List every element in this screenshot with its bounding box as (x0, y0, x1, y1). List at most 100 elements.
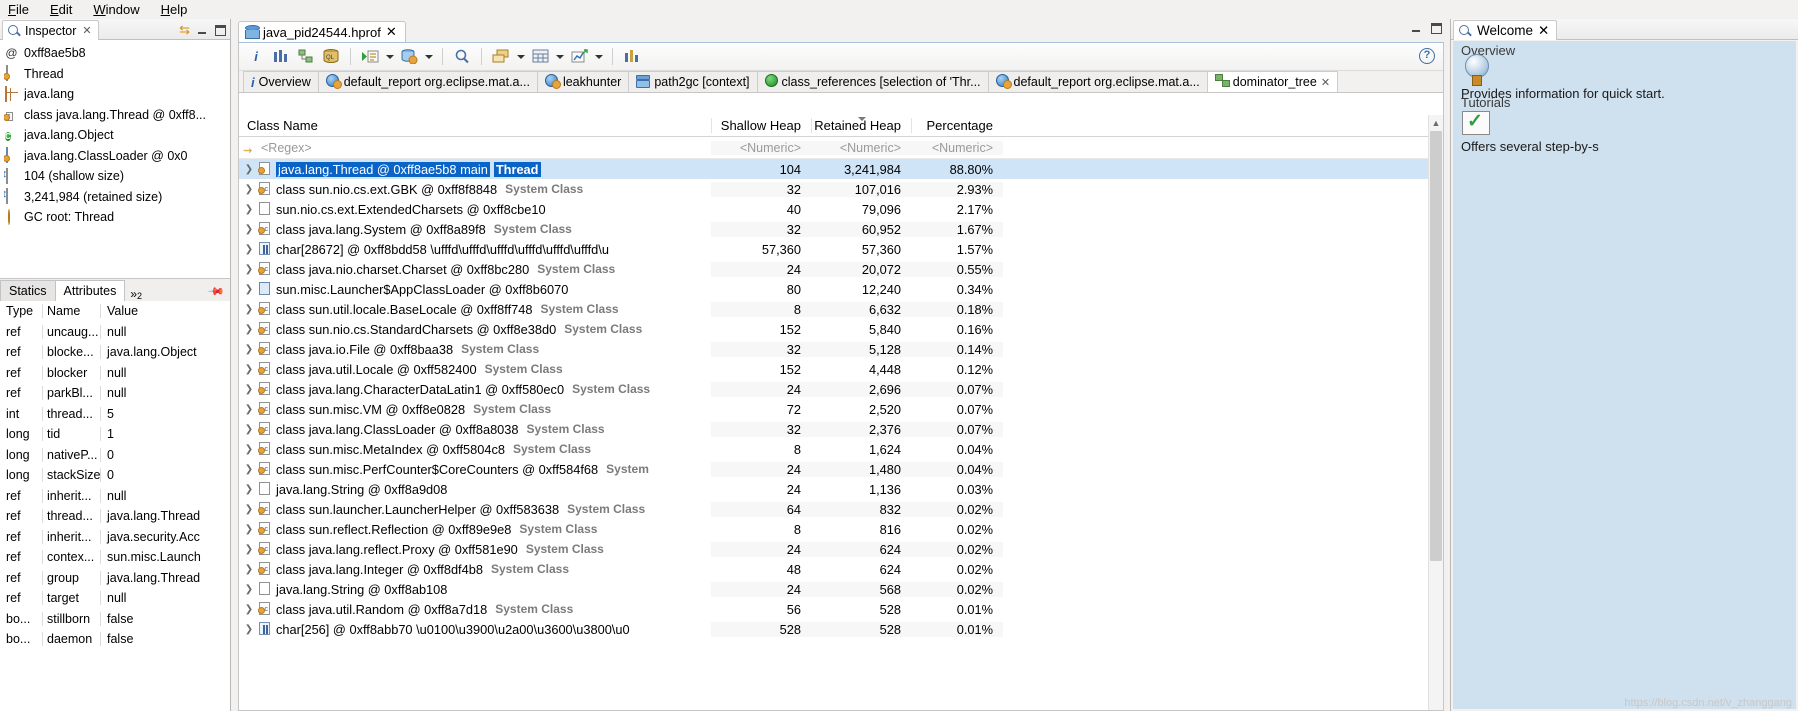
inspector-row-class[interactable]: c class java.lang.Thread @ 0xff8... (4, 105, 230, 126)
attribute-row[interactable]: ref contex... sun.misc.Launch (0, 547, 230, 568)
inspector-row-package[interactable]: java.lang (4, 84, 230, 105)
expand-arrow-icon[interactable]: ❯ (243, 364, 255, 375)
run-query-dropdown-icon[interactable] (384, 46, 395, 68)
menu-item-file[interactable]: File (6, 2, 31, 17)
help-icon[interactable]: ? (1419, 48, 1435, 64)
expand-arrow-icon[interactable]: ❯ (243, 424, 255, 435)
close-icon[interactable]: ✕ (1538, 23, 1549, 39)
export-icon[interactable] (568, 46, 590, 68)
attribute-row[interactable]: long stackSize 0 (0, 465, 230, 486)
expand-arrow-icon[interactable]: ❯ (243, 524, 255, 535)
column-header-name[interactable]: Name (42, 304, 100, 319)
column-header-value[interactable]: Value (100, 304, 230, 319)
heap-dump-info-icon[interactable]: i (245, 46, 267, 68)
expand-arrow-icon[interactable]: ❯ (243, 584, 255, 595)
compare-icon[interactable] (621, 46, 643, 68)
maximize-icon[interactable] (215, 24, 226, 36)
run-query-icon[interactable] (359, 46, 381, 68)
attribute-row[interactable]: ref parkBl... null (0, 383, 230, 404)
column-header-class-name[interactable]: Class Name (239, 118, 711, 133)
welcome-tab[interactable]: Welcome ✕ (1453, 20, 1558, 40)
table-row[interactable]: ❯ sun.misc.Launcher$AppClassLoader @ 0xff… (239, 279, 1443, 299)
expand-arrow-icon[interactable]: ❯ (243, 604, 255, 615)
table-row[interactable]: ❯ c class sun.misc.MetaIndex @ 0xff5804c8 S… (239, 439, 1443, 459)
table-row[interactable]: ❯ c class sun.reflect.Reflection @ 0xff89e… (239, 519, 1443, 539)
attribute-row[interactable]: ref target null (0, 588, 230, 609)
attribute-row[interactable]: ref inherit... null (0, 486, 230, 507)
menu-item-help[interactable]: Help (159, 2, 190, 17)
table-row[interactable]: ❯ sun.nio.cs.ext.ExtendedCharsets @ 0xff8… (239, 199, 1443, 219)
table-row[interactable]: ❯ c class java.lang.CharacterDataLatin1 @ … (239, 379, 1443, 399)
result-tab-4[interactable]: class_references [selection of 'Thr... (756, 71, 989, 92)
table-row[interactable]: ❯ java.lang.String @ 0xff8ab108 24 568 0.02% (239, 579, 1443, 599)
table-row[interactable]: ❯ c class java.io.File @ 0xff8baa38 System … (239, 339, 1443, 359)
group-by-dropdown-icon[interactable] (515, 46, 526, 68)
attribute-row[interactable]: ref uncaug... null (0, 322, 230, 343)
attribute-row[interactable]: ref thread... java.lang.Thread (0, 506, 230, 527)
inspector-row-shallow-size[interactable]: 104 (shallow size) (4, 166, 230, 187)
group-by-icon[interactable] (490, 46, 512, 68)
calculator-dropdown-icon[interactable] (554, 46, 565, 68)
dominator-tree-icon[interactable] (295, 46, 317, 68)
column-header-type[interactable]: Type (0, 304, 42, 318)
close-icon[interactable]: ✕ (1321, 76, 1330, 89)
close-icon[interactable]: ✕ (82, 24, 91, 37)
attribute-row[interactable]: bo... daemon false (0, 629, 230, 650)
filter-class-name[interactable]: ⇝ <Regex> (239, 141, 711, 157)
scroll-up-icon[interactable]: ▲ (1429, 115, 1443, 130)
expand-arrow-icon[interactable]: ❯ (243, 184, 255, 195)
column-header-retained-heap[interactable]: Retained Heap (811, 117, 911, 133)
expand-arrow-icon[interactable]: ❯ (243, 244, 255, 255)
menu-item-window[interactable]: Window (91, 2, 141, 17)
expand-arrow-icon[interactable]: ❯ (243, 204, 255, 215)
globe-icon[interactable] (1461, 54, 1491, 86)
table-row[interactable]: ❯ c class sun.misc.PerfCounter$CoreCounter… (239, 459, 1443, 479)
column-header-percentage[interactable]: Percentage (911, 118, 1003, 133)
attribute-row[interactable]: long tid 1 (0, 424, 230, 445)
expand-arrow-icon[interactable]: ❯ (243, 464, 255, 475)
pin-icon[interactable]: 📌 (207, 282, 226, 301)
table-row[interactable]: ❯ java.lang.Thread @ 0xff8ae5b8 main Thre… (239, 159, 1443, 179)
inspector-row-address[interactable]: @ 0xff8ae5b8 (4, 43, 230, 64)
minimize-icon[interactable] (1411, 23, 1422, 34)
table-row[interactable]: ❯ c class java.lang.Integer @ 0xff8df4b8 Sy… (239, 559, 1443, 579)
editor-tab-hprof[interactable]: java_pid24544.hprof ✕ (238, 21, 406, 42)
close-icon[interactable]: ✕ (386, 24, 397, 40)
expand-arrow-icon[interactable]: ❯ (243, 224, 255, 235)
table-row[interactable]: ❯ char[28672] @ 0xff8bdd58 \ufffd\ufffd\u… (239, 239, 1443, 259)
tab-statics[interactable]: Statics (0, 280, 56, 301)
export-dropdown-icon[interactable] (593, 46, 604, 68)
inspector-row-retained-size[interactable]: 3,241,984 (retained size) (4, 187, 230, 208)
table-row[interactable]: ❯ c class java.lang.System @ 0xff8a89f8 Sys… (239, 219, 1443, 239)
attribute-row[interactable]: bo... stillborn false (0, 609, 230, 630)
attribute-row[interactable]: ref blocker null (0, 363, 230, 384)
scrollbar-thumb[interactable] (1430, 131, 1442, 561)
expand-arrow-icon[interactable]: ❯ (243, 164, 255, 175)
result-tab-3[interactable]: path2gc [context] (628, 71, 758, 92)
inspector-tab[interactable]: Inspector ✕ (2, 20, 99, 40)
column-header-shallow-heap[interactable]: Shallow Heap (711, 118, 811, 133)
expand-arrow-icon[interactable]: ❯ (243, 504, 255, 515)
expand-arrow-icon[interactable]: ❯ (243, 484, 255, 495)
filter-percentage[interactable]: <Numeric> (911, 140, 1003, 155)
expand-arrow-icon[interactable]: ❯ (243, 624, 255, 635)
table-row[interactable]: ❯ java.lang.String @ 0xff8a9d08 24 1,136 0.0… (239, 479, 1443, 499)
table-row[interactable]: ❯ c class sun.util.locale.BaseLocale @ 0xf… (239, 299, 1443, 319)
filter-retained-heap[interactable]: <Numeric> (811, 140, 911, 155)
table-row[interactable]: ❯ char[256] @ 0xff8abb70 \u0100\u3900\u2a… (239, 619, 1443, 639)
result-tab-2[interactable]: leakhunter (536, 71, 630, 92)
inspector-row-classloader[interactable]: java.lang.ClassLoader @ 0x0 (4, 146, 230, 167)
expand-arrow-icon[interactable]: ❯ (243, 264, 255, 275)
table-row[interactable]: ❯ c class java.util.Random @ 0xff8a7d18 Sys… (239, 599, 1443, 619)
queries-icon[interactable] (398, 46, 420, 68)
table-row[interactable]: ❯ c class java.nio.charset.Charset @ 0xff8… (239, 259, 1443, 279)
histogram-icon[interactable] (270, 46, 292, 68)
calculator-icon[interactable] (529, 46, 551, 68)
oql-icon[interactable]: QL (320, 46, 342, 68)
attribute-row[interactable]: long nativeP... 0 (0, 445, 230, 466)
table-row[interactable]: ❯ c class sun.nio.cs.StandardCharsets @ 0x… (239, 319, 1443, 339)
search-icon[interactable] (451, 46, 473, 68)
table-row[interactable]: ❯ c class sun.launcher.LauncherHelper @ 0x… (239, 499, 1443, 519)
result-tab-6[interactable]: dominator_tree ✕ (1206, 71, 1339, 92)
expand-arrow-icon[interactable]: ❯ (243, 344, 255, 355)
